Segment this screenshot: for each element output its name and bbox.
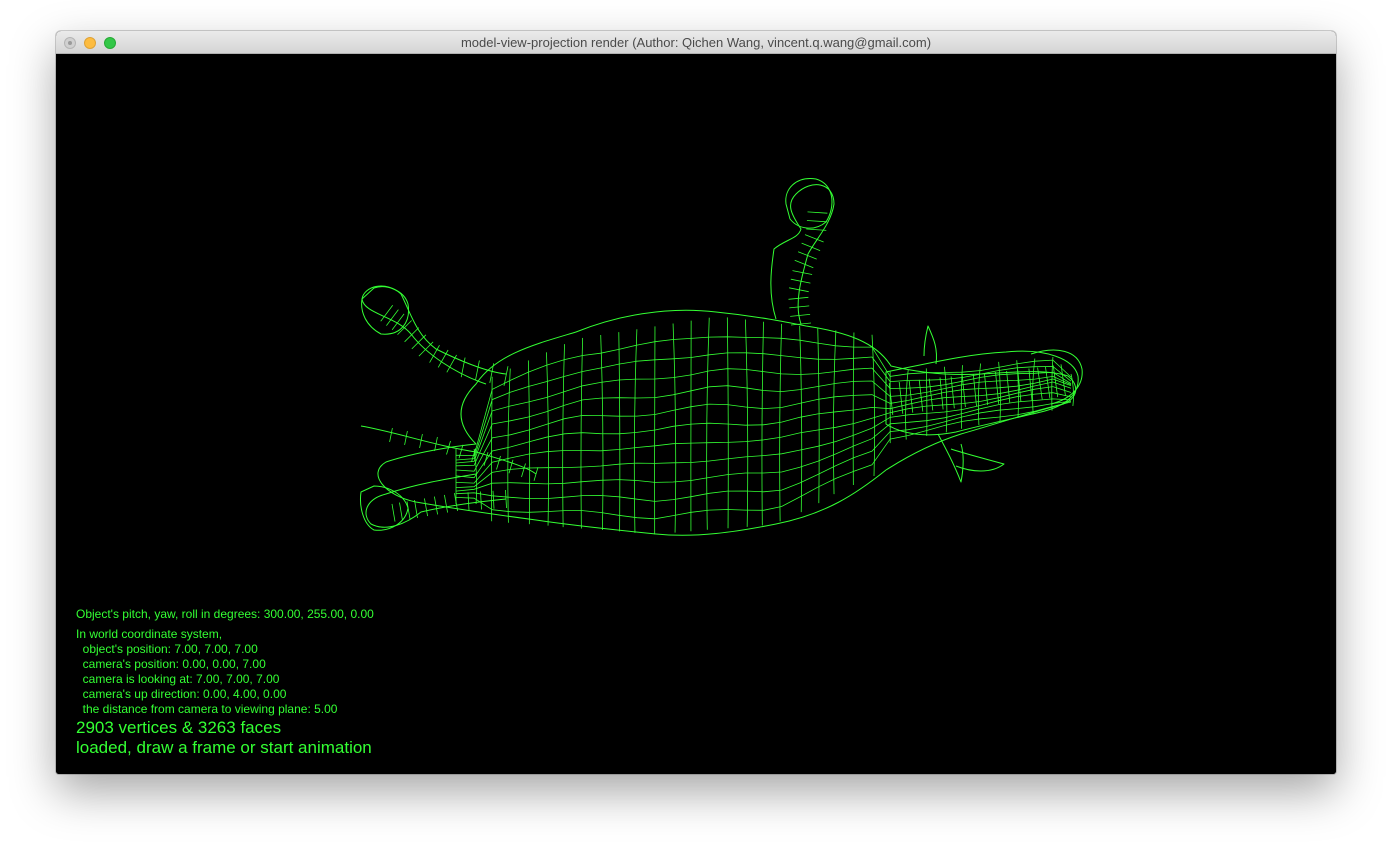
mesh-ring-line bbox=[761, 321, 764, 526]
mesh-limb-line bbox=[789, 305, 810, 309]
mesh-ring-line bbox=[943, 366, 948, 433]
app-window: model-view-projection render (Author: Qi… bbox=[56, 31, 1336, 774]
window-title: model-view-projection render (Author: Qi… bbox=[460, 35, 932, 50]
mesh-limb-line bbox=[467, 492, 470, 511]
mesh-ring-line bbox=[706, 317, 710, 530]
mesh-ring-line bbox=[618, 332, 621, 532]
mesh-limb-line bbox=[444, 494, 448, 513]
camera-look-at-readout: camera is looking at: 7.00, 7.00, 7.00 bbox=[76, 672, 280, 686]
object-position-readout: object's position: 7.00, 7.00, 7.00 bbox=[76, 642, 258, 656]
rotation-readout: Object's pitch, yaw, roll in degrees: 30… bbox=[76, 607, 374, 621]
mesh-limb-line bbox=[380, 305, 394, 322]
mesh-limb-line bbox=[794, 259, 814, 269]
mesh-ear-lower bbox=[950, 448, 1005, 472]
mesh-ring-line bbox=[580, 337, 584, 529]
mesh-ring-line bbox=[1016, 360, 1019, 418]
mesh-ring-line bbox=[672, 323, 677, 533]
mesh-limb-line bbox=[458, 444, 464, 459]
mesh-ring-line bbox=[562, 344, 565, 528]
mesh-limb-line bbox=[533, 467, 539, 481]
mesh-ring-line bbox=[871, 334, 876, 476]
mesh-limb-line bbox=[807, 211, 828, 214]
mesh-limb-line bbox=[475, 360, 480, 381]
mesh-limb-line bbox=[806, 220, 827, 223]
mesh-limb-line bbox=[898, 381, 904, 414]
mesh-horn-lower bbox=[937, 433, 964, 483]
mesh-hoof-upper-left bbox=[361, 286, 410, 335]
mesh-ring-line bbox=[977, 363, 981, 426]
mesh-ring-line bbox=[817, 328, 820, 504]
mesh-ring-line bbox=[726, 317, 729, 529]
mesh-limb-line bbox=[399, 502, 403, 521]
mesh-limb-line bbox=[508, 459, 514, 474]
mesh-limb-line bbox=[950, 376, 955, 409]
mesh-leg-front-up bbox=[770, 184, 835, 325]
mesh-ring-line bbox=[600, 335, 604, 530]
mesh-count-readout: 2903 vertices & 3263 faces bbox=[76, 718, 282, 737]
mesh-limb-line bbox=[1037, 367, 1043, 400]
mesh-ring-line bbox=[546, 352, 549, 526]
mesh-limb-line bbox=[521, 463, 526, 478]
camera-position-readout: camera's position: 0.00, 0.00, 7.00 bbox=[76, 657, 266, 671]
mesh-limb-line bbox=[424, 498, 428, 517]
mesh-limb-line bbox=[391, 503, 396, 522]
mesh-ring-line bbox=[507, 368, 511, 523]
mesh-leg-upper-left bbox=[361, 285, 507, 385]
mesh-limb-line bbox=[419, 434, 423, 448]
mesh-ring-line bbox=[633, 329, 638, 533]
viewing-distance-readout: the distance from camera to viewing plan… bbox=[76, 702, 338, 716]
title-bar[interactable]: model-view-projection render (Author: Qi… bbox=[56, 31, 1336, 54]
mesh-limb-line bbox=[505, 489, 507, 509]
mesh-leg-lower-left bbox=[365, 473, 507, 528]
mesh-limb-line bbox=[446, 354, 457, 373]
mesh-ring-line bbox=[745, 319, 749, 527]
mesh-ring-line bbox=[1051, 356, 1054, 411]
mesh-limb-line bbox=[389, 428, 393, 442]
render-canvas[interactable]: Object's pitch, yaw, roll in degrees: 30… bbox=[56, 54, 1336, 774]
mesh-ring-line bbox=[491, 376, 493, 522]
coord-system-header: In world coordinate system, bbox=[76, 627, 223, 641]
mesh-limb-line bbox=[888, 383, 894, 415]
status-message: loaded, draw a frame or start animation bbox=[76, 738, 372, 757]
mesh-horn-upper bbox=[923, 325, 937, 365]
mesh-ring-line bbox=[852, 332, 855, 486]
mesh-ring-line bbox=[799, 326, 803, 513]
mesh-limb-line bbox=[961, 375, 966, 408]
mesh-limb-line bbox=[790, 314, 811, 317]
mesh-leg-mid-left bbox=[360, 425, 537, 475]
mesh-ring-line bbox=[925, 368, 928, 436]
camera-up-readout: camera's up direction: 0.00, 4.00, 0.00 bbox=[76, 687, 287, 701]
mesh-limb-line bbox=[404, 431, 408, 445]
mesh-limb-line bbox=[492, 490, 495, 509]
mesh-limb-line bbox=[804, 234, 824, 243]
